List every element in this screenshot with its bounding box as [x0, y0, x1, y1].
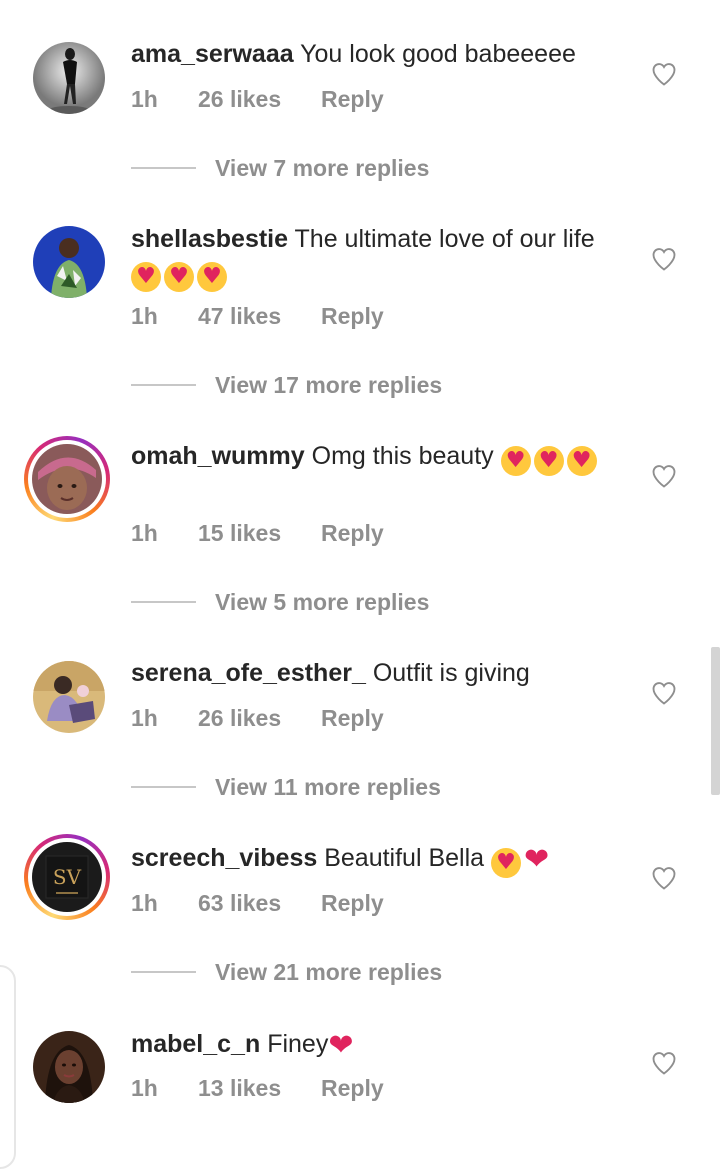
- comment-time: 1h: [131, 1075, 158, 1101]
- view-replies-button[interactable]: View 5 more replies: [131, 587, 531, 617]
- comment-time: 1h: [131, 303, 158, 329]
- comment-time: 1h: [131, 86, 158, 112]
- heart-eyes-emoji: ♥: [533, 446, 564, 476]
- view-replies-label: View 11 more replies: [215, 774, 441, 800]
- comment-username[interactable]: ama_serwaaa: [131, 40, 294, 68]
- avatar[interactable]: [33, 42, 105, 114]
- avatar-image: [33, 42, 105, 114]
- reply-button[interactable]: Reply: [321, 303, 384, 330]
- replies-divider: [131, 384, 196, 386]
- view-replies-button[interactable]: View 11 more replies: [131, 772, 531, 802]
- heart-eyes-emoji: ♥: [164, 262, 194, 292]
- avatar[interactable]: [33, 1031, 105, 1103]
- reply-button[interactable]: Reply: [321, 86, 384, 113]
- comment-message: You look good babeeeee: [300, 40, 576, 68]
- view-replies-label: View 17 more replies: [215, 372, 443, 398]
- comment-likes[interactable]: 26 likes: [198, 705, 281, 732]
- avatar-story-ring[interactable]: SV: [24, 834, 110, 920]
- comment-message: Omg this beauty: [311, 442, 494, 470]
- comment-username[interactable]: mabel_c_n: [131, 1030, 260, 1058]
- heart-eyes-emoji: ♥: [131, 262, 161, 292]
- comment-text: omah_wummy Omg this beauty ♥ ♥ ♥: [131, 440, 621, 476]
- avatar-image: [33, 226, 105, 298]
- avatar-story-ring[interactable]: [24, 436, 110, 522]
- comment-text: ama_serwaaa You look good babeeeee: [131, 38, 621, 71]
- replies-divider: [131, 601, 196, 603]
- avatar-image: [32, 444, 102, 514]
- avatar-image: [33, 661, 105, 733]
- view-replies-button[interactable]: View 7 more replies: [131, 153, 531, 183]
- comment-likes[interactable]: 13 likes: [198, 1075, 281, 1102]
- avatar[interactable]: [33, 661, 105, 733]
- comment-likes[interactable]: 26 likes: [198, 86, 281, 113]
- comment-username[interactable]: shellasbestie: [131, 225, 288, 253]
- reply-button[interactable]: Reply: [321, 890, 384, 917]
- comment-likes[interactable]: 63 likes: [198, 890, 281, 917]
- svg-text:SV: SV: [53, 865, 82, 889]
- edge-panel-handle[interactable]: [0, 965, 16, 1169]
- comment-message: The ultimate love of our life: [294, 225, 595, 253]
- like-heart-icon[interactable]: [650, 245, 678, 273]
- heart-eyes-emoji: ♥: [566, 446, 597, 476]
- red-heart-emoji: ❤: [328, 1028, 354, 1063]
- comment-username[interactable]: screech_vibess: [131, 844, 317, 872]
- avatar-image: [33, 1031, 105, 1103]
- comment-username[interactable]: serena_ofe_esther_: [131, 659, 366, 687]
- comment-message: Finey: [267, 1030, 329, 1058]
- view-replies-button[interactable]: View 17 more replies: [131, 370, 531, 400]
- heart-eyes-emoji: ♥: [500, 446, 531, 476]
- avatar-image: SV: [32, 842, 102, 912]
- view-replies-label: View 5 more replies: [215, 589, 430, 615]
- replies-divider: [131, 971, 196, 973]
- avatar[interactable]: [33, 226, 105, 298]
- heart-eyes-emoji: ♥: [197, 262, 227, 292]
- comment-message: Outfit is giving: [372, 659, 530, 687]
- comment-text: serena_ofe_esther_ Outfit is giving: [131, 657, 621, 690]
- like-heart-icon[interactable]: [650, 864, 678, 892]
- view-replies-label: View 7 more replies: [215, 155, 430, 181]
- replies-divider: [131, 167, 196, 169]
- scrollbar-thumb[interactable]: [711, 647, 720, 795]
- comment-text: screech_vibess Beautiful Bella ♥ ❤: [131, 842, 621, 878]
- replies-divider: [131, 786, 196, 788]
- comment-username[interactable]: omah_wummy: [131, 442, 305, 470]
- like-heart-icon[interactable]: [650, 1049, 678, 1077]
- reply-button[interactable]: Reply: [321, 1075, 384, 1102]
- comment-message: Beautiful Bella: [324, 844, 485, 872]
- reply-button[interactable]: Reply: [321, 705, 384, 732]
- comment-likes[interactable]: 47 likes: [198, 303, 281, 330]
- comment-time: 1h: [131, 705, 158, 731]
- heart-eyes-emoji: ♥: [491, 848, 521, 878]
- comment-time: 1h: [131, 890, 158, 916]
- comment-likes[interactable]: 15 likes: [198, 520, 281, 547]
- like-heart-icon[interactable]: [650, 462, 678, 490]
- like-heart-icon[interactable]: [650, 679, 678, 707]
- view-replies-label: View 21 more replies: [215, 959, 443, 985]
- like-heart-icon[interactable]: [650, 60, 678, 88]
- comment-text: mabel_c_n Finey❤: [131, 1028, 621, 1061]
- view-replies-button[interactable]: View 21 more replies: [131, 957, 531, 987]
- reply-button[interactable]: Reply: [321, 520, 384, 547]
- red-heart-emoji: ❤: [524, 842, 550, 877]
- comment-time: 1h: [131, 520, 158, 546]
- comment-text: shellasbestie The ultimate love of our l…: [131, 223, 621, 292]
